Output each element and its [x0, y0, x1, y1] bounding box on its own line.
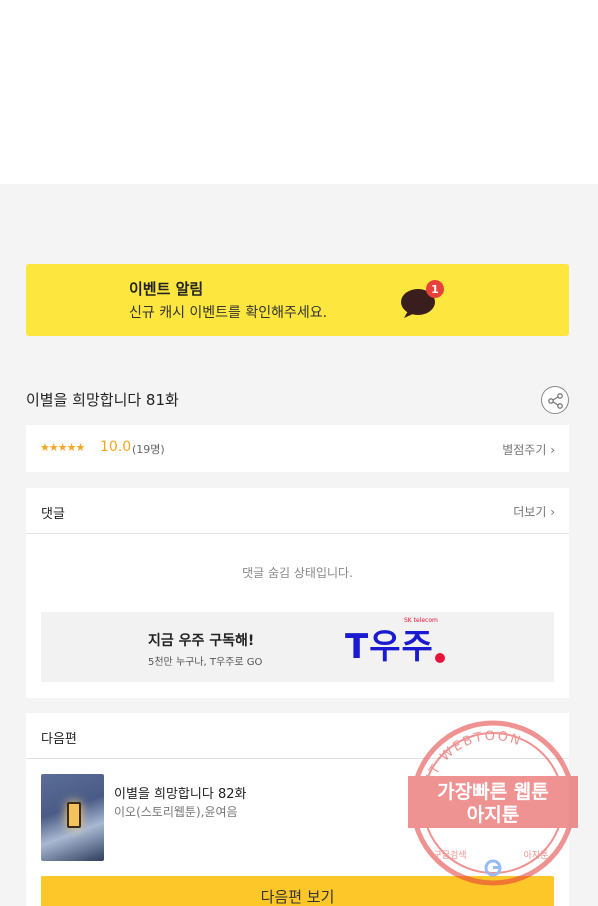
chat-bubble-icon: 1 [398, 280, 446, 320]
ad-banner[interactable]: 지금 우주 구독해! 5천만 누구나, T우주로 GO SK telecom T… [41, 612, 554, 682]
comment-more-button[interactable]: 더보기 › [513, 503, 555, 520]
top-blank-area [0, 0, 598, 184]
comment-header: 댓글 더보기 › [26, 488, 569, 534]
watermark-bottom-left: 구글검색 [433, 849, 466, 861]
next-episode-author: 이오(스토리웹툰),윤여음 [114, 805, 238, 819]
episode-title: 이별을 희망합니다 81화 [26, 391, 179, 409]
watermark-line2: 아지툰 [467, 804, 519, 826]
watermark-stamp: AGIT WEBTOON 가장빠른 웹툰 아지툰 구글검색 아지툰 [408, 718, 578, 888]
event-badge-count: 1 [431, 283, 439, 296]
ad-subtext: 5천만 누구나, T우주로 GO [148, 657, 263, 668]
next-episode-thumbnail[interactable] [41, 774, 104, 861]
star-rating-icon: ★★★★★ [40, 441, 85, 454]
event-title: 이벤트 알림 [129, 280, 204, 298]
event-description: 신규 캐시 이벤트를 확인해주세요. [129, 305, 328, 321]
lantern-image [67, 802, 81, 828]
comment-hidden-message: 댓글 숨김 상태입니다. [242, 566, 353, 580]
watermark-bottom-right: 아지툰 [524, 850, 549, 861]
next-episode-title[interactable]: 이별을 희망합니다 82화 [114, 783, 246, 802]
t-universe-logo: T우주 [345, 627, 434, 667]
rating-box: ★★★★★ 10.0 (19명) 별점주기 › [26, 425, 569, 472]
ad-headline: 지금 우주 구독해! [148, 633, 255, 649]
rating-count: (19명) [132, 443, 165, 456]
sk-telecom-logo: SK telecom [404, 617, 438, 624]
watermark-line1: 가장빠른 웹툰 [437, 781, 549, 803]
rate-button[interactable]: 별점주기 › [502, 441, 555, 458]
next-episode-section-title: 다음편 [41, 732, 77, 747]
rating-score: 10.0 [100, 439, 132, 455]
comment-section: 댓글 더보기 › 댓글 숨김 상태입니다. 지금 우주 구독해! 5천만 누구나… [26, 488, 569, 698]
comment-section-title: 댓글 [41, 507, 65, 522]
event-banner[interactable]: 이벤트 알림 신규 캐시 이벤트를 확인해주세요. 1 [26, 264, 569, 336]
logo-dot [435, 653, 445, 663]
share-icon [548, 393, 563, 409]
share-button[interactable] [541, 386, 569, 414]
